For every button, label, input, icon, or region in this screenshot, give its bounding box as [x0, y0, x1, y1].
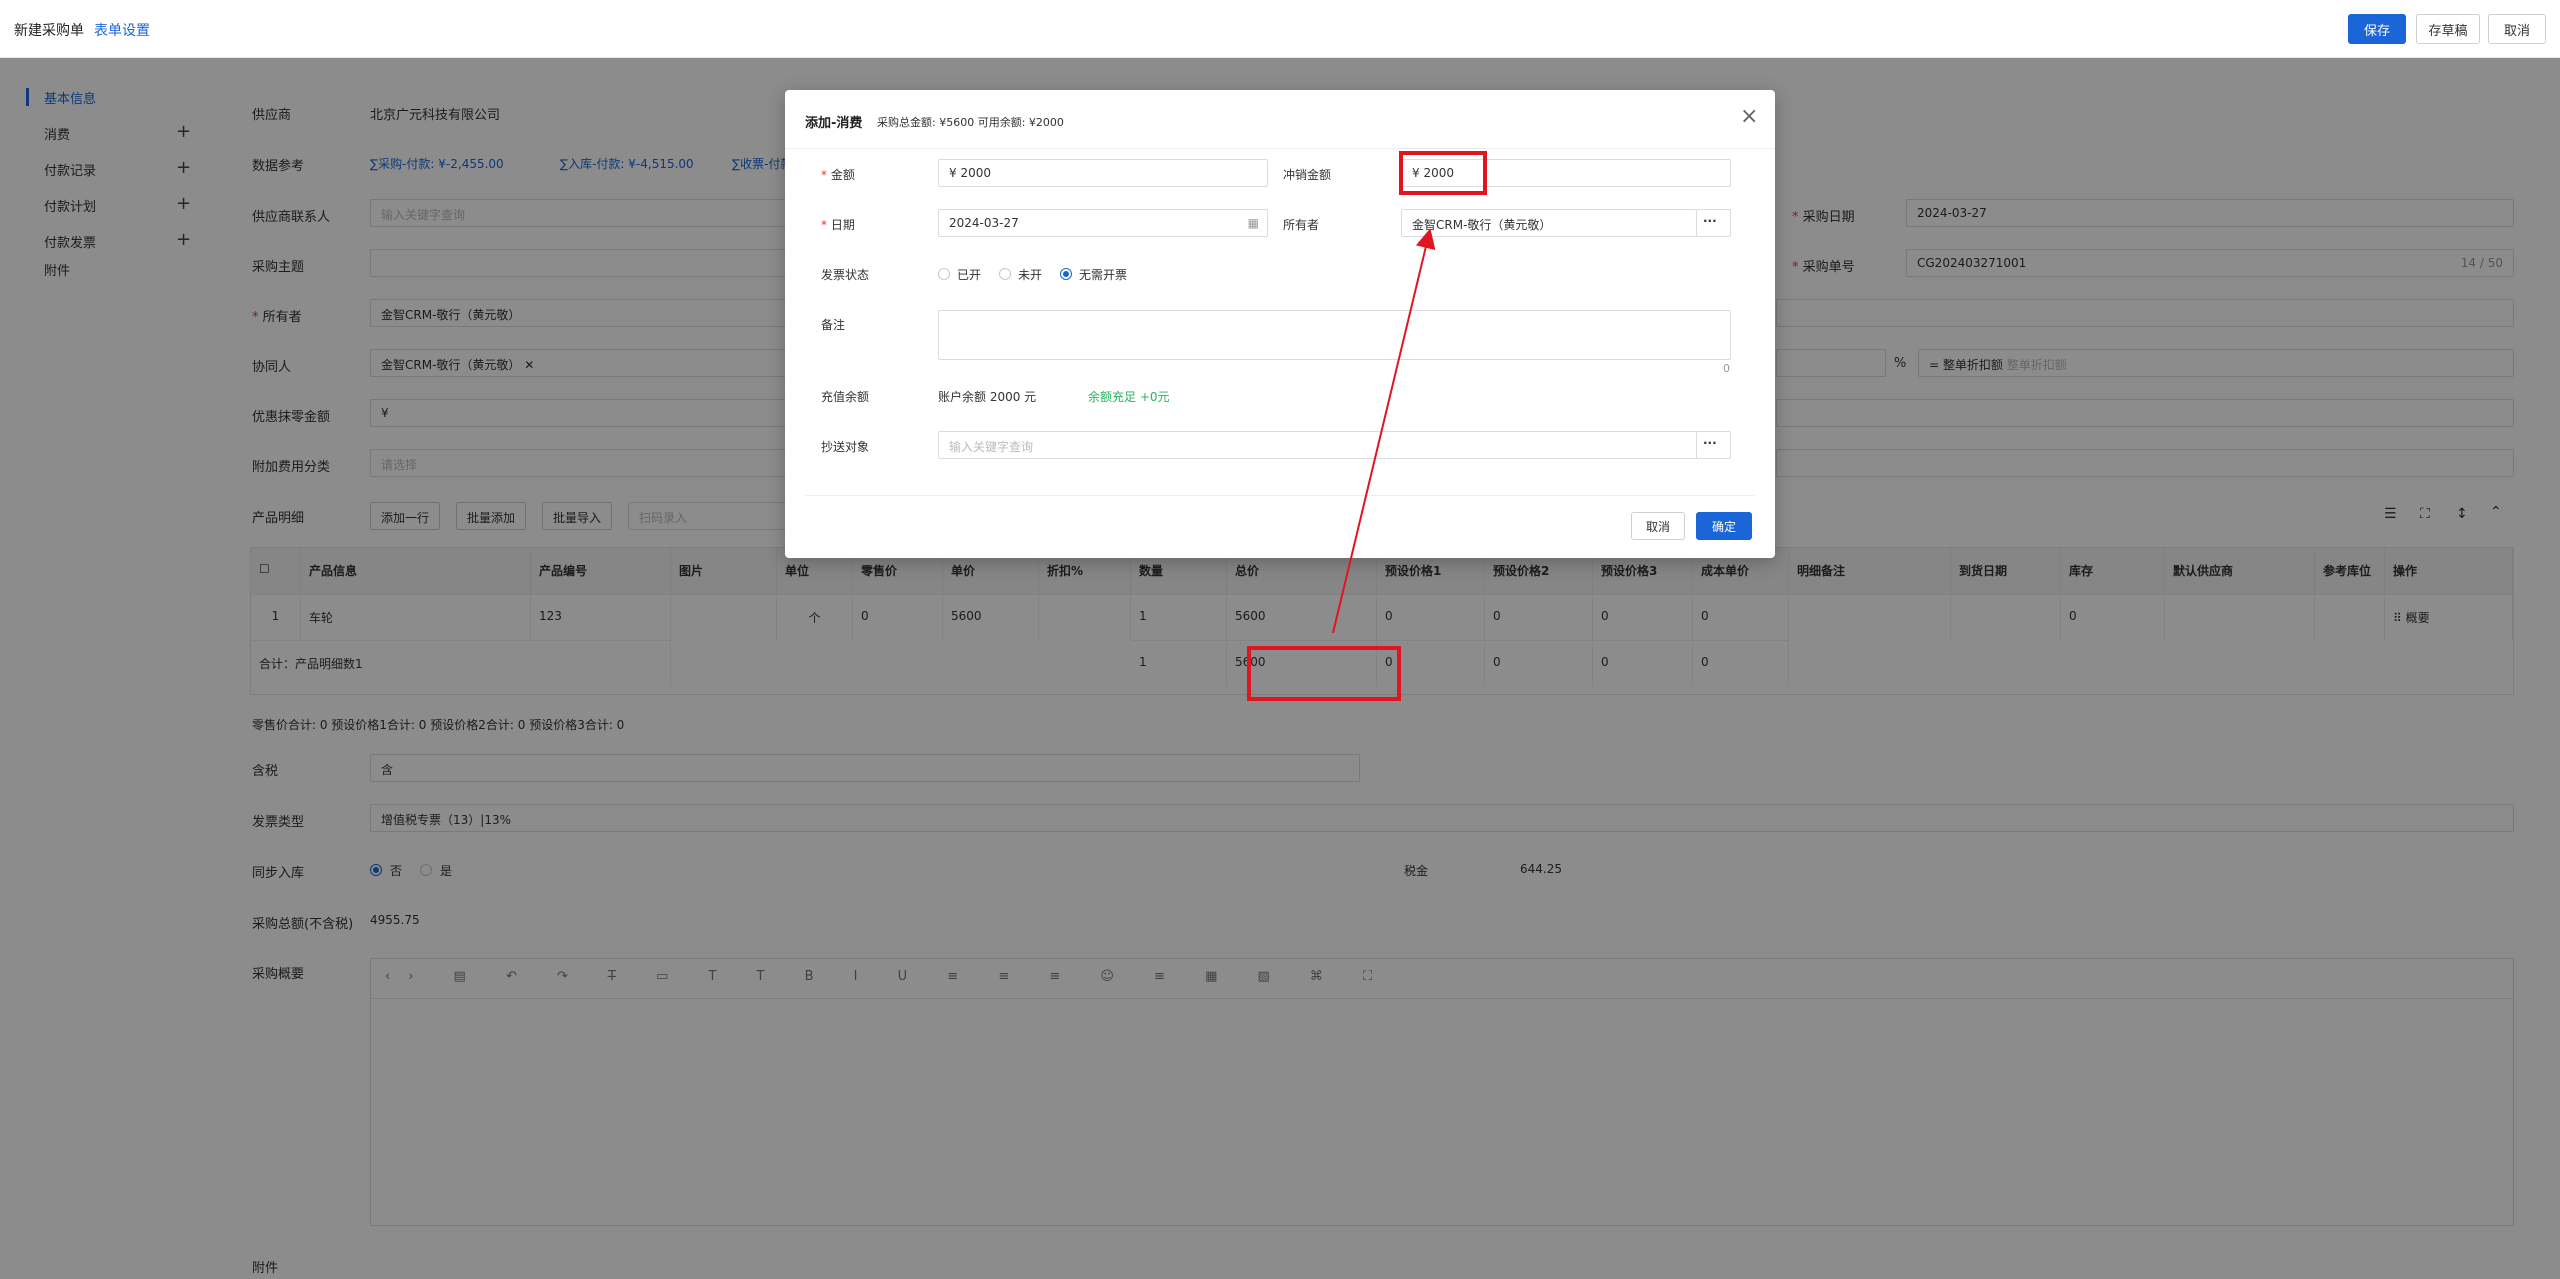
annotation-arrow — [1332, 228, 1436, 634]
